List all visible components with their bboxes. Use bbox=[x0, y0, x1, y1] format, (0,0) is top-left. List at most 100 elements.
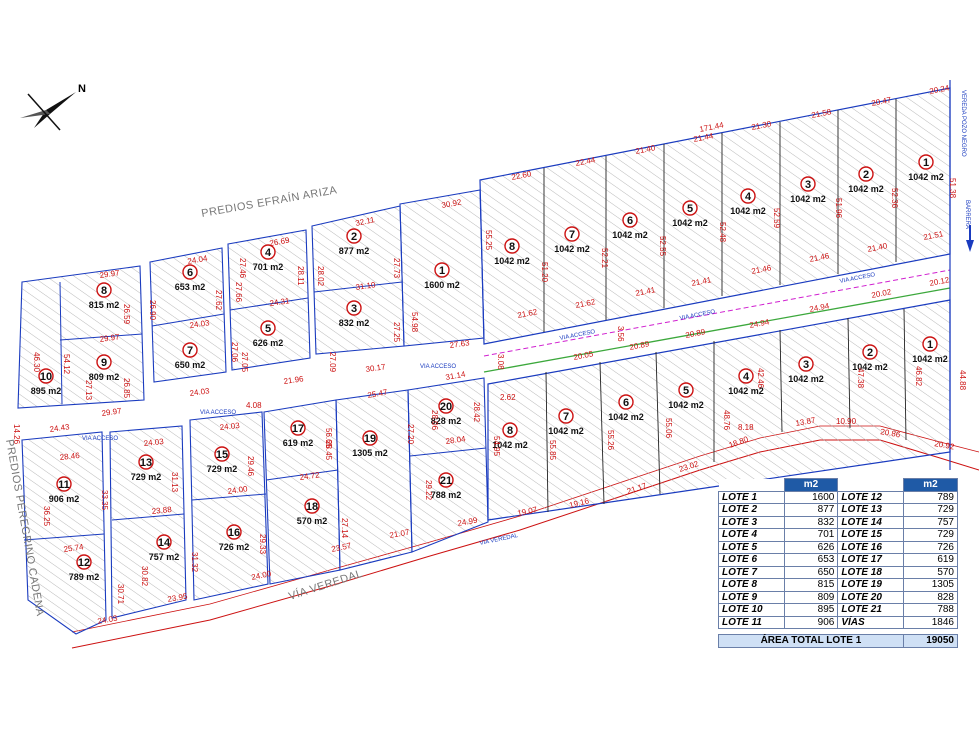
dimension-label: 29.22 bbox=[424, 480, 433, 501]
lot-number: 19 bbox=[364, 433, 376, 445]
dimension-label: 54.95 bbox=[492, 436, 501, 457]
lote-area: 701 bbox=[783, 528, 839, 542]
dimension-label: 52.48 bbox=[718, 222, 727, 243]
blue-arrow-icon bbox=[966, 240, 974, 252]
dimension-label: 27.09 bbox=[328, 352, 337, 373]
lot-area: 619 m2 bbox=[283, 438, 314, 448]
lot-number: 4 bbox=[265, 247, 272, 259]
lote-name: LOTE 21 bbox=[837, 603, 904, 617]
dimension-label: 27.05 bbox=[240, 352, 249, 373]
lote-name: LOTE 14 bbox=[837, 515, 904, 529]
dimension-label: 20.89 bbox=[685, 327, 707, 340]
lote-name: LOTE 13 bbox=[837, 503, 904, 517]
lote-area: 650 bbox=[783, 565, 839, 579]
label-via-veredal-small: VIA VEREDAL bbox=[479, 533, 519, 547]
table-row: LOTE 5 626 LOTE 16 726 bbox=[718, 540, 959, 554]
table-row: LOTE 8 815 LOTE 19 1305 bbox=[718, 578, 959, 592]
dimension-label: 42.46 bbox=[756, 368, 765, 389]
dimension-label: 14.26 bbox=[12, 424, 21, 445]
dimension-label: 20.05 bbox=[573, 349, 595, 362]
lote-name: LOTE 2 bbox=[718, 503, 785, 517]
dimension-label: 55.85 bbox=[548, 440, 557, 461]
lot-number: 3 bbox=[805, 179, 811, 191]
dimension-label: 55.26 bbox=[606, 430, 615, 451]
lot-number: 2 bbox=[863, 169, 869, 181]
dimension-label: 44.88 bbox=[958, 370, 967, 391]
table-row: LOTE 7 650 LOTE 18 570 bbox=[718, 565, 959, 579]
label-via-acceso-4: VIA ACCESO bbox=[420, 364, 456, 370]
dimension-label: 27.62 bbox=[214, 290, 223, 311]
dimension-label: 27.73 bbox=[392, 258, 401, 279]
dimension-label: 55.06 bbox=[664, 418, 673, 439]
table-row: LOTE 11 906 VÍAS 1846 bbox=[718, 615, 959, 629]
lot-number: 14 bbox=[158, 537, 171, 549]
lot-number: 6 bbox=[623, 397, 629, 409]
dimension-label: 28.02 bbox=[316, 266, 325, 287]
dimension-label: 55.25 bbox=[484, 230, 493, 251]
header-m2-left: m2 bbox=[783, 478, 839, 492]
dimension-label: 52.21 bbox=[600, 248, 609, 269]
dimension-label: 31.32 bbox=[190, 552, 199, 573]
lot-area: 877 m2 bbox=[339, 246, 370, 256]
dimension-label: 29.33 bbox=[258, 534, 267, 555]
lot-number: 1 bbox=[927, 339, 933, 351]
dimension-label: 26.90 bbox=[148, 300, 157, 321]
lot-area: 789 m2 bbox=[69, 572, 100, 582]
lot-area: 1600 m2 bbox=[424, 280, 460, 290]
lot-area: 1042 m2 bbox=[612, 230, 648, 240]
dimension-label: 3.56 bbox=[616, 326, 625, 342]
lot-number: 21 bbox=[440, 475, 452, 487]
lot-number: 2 bbox=[867, 347, 873, 359]
dimension-label: 51.38 bbox=[948, 178, 957, 199]
dimension-label: 29.97 bbox=[101, 406, 123, 418]
lote-name: VÍAS bbox=[837, 615, 904, 629]
lot-area: 1042 m2 bbox=[912, 354, 948, 364]
dimension-label: 20.89 bbox=[629, 339, 651, 352]
lot-number: 4 bbox=[745, 191, 752, 203]
lot-area: 1042 m2 bbox=[608, 412, 644, 422]
lote-name: LOTE 16 bbox=[837, 540, 904, 554]
dimension-label: 24.03 bbox=[189, 386, 211, 398]
dimension-label: 54.12 bbox=[62, 354, 71, 375]
dimension-label: 26.85 bbox=[122, 378, 131, 399]
lot-area: 1042 m2 bbox=[908, 172, 944, 182]
dimension-label: 20.02 bbox=[871, 287, 893, 300]
lot-number: 15 bbox=[216, 449, 228, 461]
lot-area: 895 m2 bbox=[31, 386, 62, 396]
dimension-label: 52.59 bbox=[772, 208, 781, 229]
dimension-label: 52.55 bbox=[658, 236, 667, 257]
lot-number: 8 bbox=[507, 425, 513, 437]
lote-area: 626 bbox=[783, 540, 839, 554]
dimension-label: 27.20 bbox=[406, 424, 415, 445]
lote-area: 809 bbox=[783, 590, 839, 604]
dimension-label: 46.30 bbox=[32, 352, 41, 373]
lote-name: LOTE 1 bbox=[718, 490, 785, 504]
lot-area: 701 m2 bbox=[253, 262, 284, 272]
lot-number: 20 bbox=[440, 401, 452, 413]
lote-area: 726 bbox=[902, 540, 959, 554]
lot-number: 7 bbox=[187, 345, 193, 357]
lot-area: 1042 m2 bbox=[548, 426, 584, 436]
dimension-label: 30.71 bbox=[116, 584, 125, 605]
lote-area: 729 bbox=[902, 528, 959, 542]
lote-area: 570 bbox=[902, 565, 959, 579]
lot-number: 6 bbox=[187, 267, 193, 279]
lot-area: 832 m2 bbox=[339, 318, 370, 328]
lot-area: 1042 m2 bbox=[494, 256, 530, 266]
dimension-label: 27.63 bbox=[449, 338, 471, 350]
dimension-label: 28.06 bbox=[430, 410, 439, 431]
dimension-label: 27.66 bbox=[234, 282, 243, 303]
lot-area: 1305 m2 bbox=[352, 448, 388, 458]
lot-number: 3 bbox=[351, 303, 357, 315]
dimension-label: 27.14 bbox=[340, 518, 349, 539]
dimension-label: 31.13 bbox=[170, 472, 179, 493]
lote-area: 906 bbox=[783, 615, 839, 629]
lot-area: 650 m2 bbox=[175, 360, 206, 370]
dimension-label: 29.46 bbox=[246, 456, 255, 477]
dimension-label: 27.13 bbox=[84, 380, 93, 401]
table-total-row: ÁREA TOTAL LOTE 1 19050 bbox=[718, 634, 959, 648]
lote-name: LOTE 5 bbox=[718, 540, 785, 554]
dimension-label: 2.62 bbox=[500, 393, 516, 402]
table-row: LOTE 10 895 LOTE 21 788 bbox=[718, 603, 959, 617]
lot-number: 1 bbox=[439, 265, 445, 277]
